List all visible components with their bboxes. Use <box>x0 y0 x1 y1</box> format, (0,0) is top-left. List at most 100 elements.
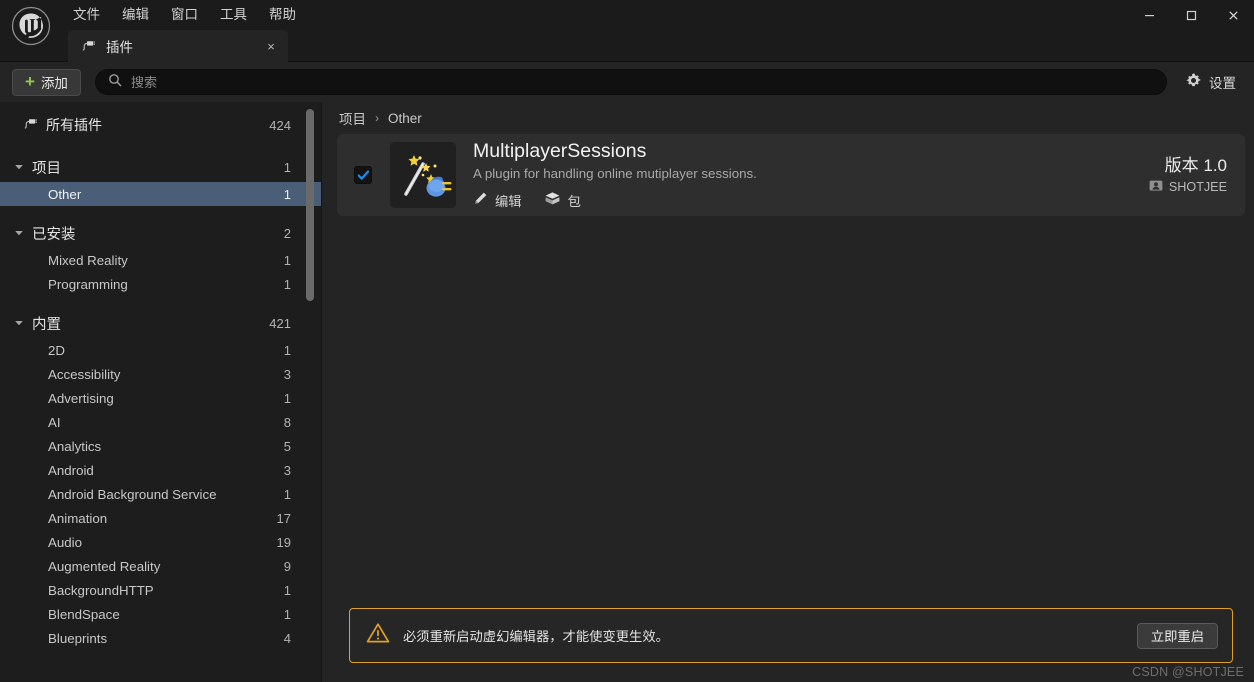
menu-item-file[interactable]: 文件 <box>62 3 111 27</box>
close-button[interactable] <box>1212 0 1254 30</box>
minimize-icon <box>1144 14 1154 16</box>
sidebar-item-mixed-reality[interactable]: Mixed Reality 1 <box>0 248 321 272</box>
plugin-icon <box>80 38 96 54</box>
chevron-down-icon[interactable] <box>12 318 26 328</box>
sidebar-group-builtin-count: 421 <box>269 315 291 331</box>
list-item-count: 4 <box>283 630 291 646</box>
list-item-count: 5 <box>283 438 291 454</box>
sidebar-item-blendspace[interactable]: BlendSpace 1 <box>0 602 321 626</box>
restart-now-label: 立即重启 <box>1150 629 1204 644</box>
sidebar-item-other[interactable]: Other 1 <box>0 182 321 206</box>
plugin-icon <box>22 116 38 135</box>
category-sidebar[interactable]: 所有插件 424 项目 1 Other 1 已安装 2 Mixed Realit… <box>0 102 322 682</box>
list-item-label: Augmented Reality <box>48 558 161 574</box>
edit-plugin-button[interactable]: 编辑 <box>473 191 522 210</box>
menu-item-edit[interactable]: 编辑 <box>111 3 160 27</box>
unreal-logo-icon <box>11 6 51 46</box>
sidebar-item-animation[interactable]: Animation 17 <box>0 506 321 530</box>
sidebar-item-other-count: 1 <box>283 186 291 202</box>
sidebar-item-advertising[interactable]: Advertising 1 <box>0 386 321 410</box>
add-button[interactable]: + 添加 <box>12 68 81 96</box>
sidebar-item-analytics[interactable]: Analytics 5 <box>0 434 321 458</box>
menu-item-window[interactable]: 窗口 <box>160 3 209 27</box>
search-icon <box>108 73 122 92</box>
plugin-meta: 版本 1.0 SHOTJEE <box>1149 156 1227 195</box>
list-item-label: Android <box>48 462 94 478</box>
package-icon <box>544 190 561 210</box>
restart-warning-bar: 必须重新启动虚幻编辑器，才能使变更生效。 立即重启 <box>349 608 1233 663</box>
edit-plugin-label: 编辑 <box>495 193 522 209</box>
plugin-card-multiplayersessions[interactable]: MultiplayerSessions A plugin for handlin… <box>337 134 1245 216</box>
warning-message: 必须重新启动虚幻编辑器，才能使变更生效。 <box>403 629 669 644</box>
search-input[interactable] <box>130 74 1154 90</box>
list-item-label: Mixed Reality <box>48 252 128 268</box>
menu-bar: 文件 编辑 窗口 工具 帮助 <box>62 0 307 30</box>
list-item-label: Android Background Service <box>48 486 217 502</box>
list-item-label: Advertising <box>48 390 114 406</box>
sidebar-item-augmented-reality[interactable]: Augmented Reality 9 <box>0 554 321 578</box>
watermark: CSDN @SHOTJEE <box>1132 665 1244 679</box>
sidebar-group-installed-count: 2 <box>283 225 291 241</box>
sidebar-group-project[interactable]: 项目 1 <box>0 152 321 182</box>
search-box[interactable] <box>94 69 1167 95</box>
list-item-label: Programming <box>48 276 128 292</box>
body-area: 所有插件 424 项目 1 Other 1 已安装 2 Mixed Realit… <box>0 102 1254 682</box>
sidebar-item-all-plugins[interactable]: 所有插件 424 <box>0 110 321 140</box>
plugin-name: MultiplayerSessions <box>473 140 647 162</box>
breadcrumb-current[interactable]: Other <box>388 111 422 126</box>
list-item-count: 1 <box>283 486 291 502</box>
unreal-engine-logo[interactable] <box>11 6 51 46</box>
plus-icon: + <box>25 72 35 91</box>
pencil-icon <box>473 191 488 209</box>
plugin-enabled-checkbox[interactable] <box>354 166 372 184</box>
sidebar-group-project-count: 1 <box>283 159 291 175</box>
restart-now-button[interactable]: 立即重启 <box>1136 622 1218 649</box>
sidebar-item-blueprints[interactable]: Blueprints 4 <box>0 626 321 650</box>
close-icon <box>1228 10 1238 20</box>
list-item-count: 8 <box>283 414 291 430</box>
sidebar-item-android-background-service[interactable]: Android Background Service 1 <box>0 482 321 506</box>
sidebar-item-2d[interactable]: 2D 1 <box>0 338 321 362</box>
list-item-label: Analytics <box>48 438 102 454</box>
sidebar-item-android[interactable]: Android 3 <box>0 458 321 482</box>
add-button-label: 添加 <box>40 76 68 91</box>
sidebar-item-programming[interactable]: Programming 1 <box>0 272 321 296</box>
list-item-count: 17 <box>276 510 291 526</box>
tab-close-icon[interactable]: × <box>262 37 280 55</box>
plugin-author[interactable]: SHOTJEE <box>1149 179 1227 195</box>
plugin-thumbnail <box>390 142 456 208</box>
sidebar-item-ai[interactable]: AI 8 <box>0 410 321 434</box>
sidebar-item-accessibility[interactable]: Accessibility 3 <box>0 362 321 386</box>
list-item-count: 3 <box>283 462 291 478</box>
package-plugin-button[interactable]: 包 <box>544 190 581 210</box>
plugin-author-label: SHOTJEE <box>1168 179 1227 194</box>
chevron-down-icon[interactable] <box>12 162 26 172</box>
plugin-actions: 编辑 包 <box>473 190 1149 210</box>
maximize-button[interactable] <box>1170 0 1212 30</box>
sidebar-scrollbar[interactable] <box>306 109 314 301</box>
menu-item-help[interactable]: 帮助 <box>258 3 307 27</box>
breadcrumb-root[interactable]: 项目 <box>339 108 366 128</box>
sidebar-item-backgroundhttp[interactable]: BackgroundHTTP 1 <box>0 578 321 602</box>
list-item-label: Audio <box>48 534 83 550</box>
plugin-info: MultiplayerSessions A plugin for handlin… <box>473 140 1149 210</box>
sidebar-group-builtin[interactable]: 内置 421 <box>0 308 321 338</box>
sidebar-item-audio[interactable]: Audio 19 <box>0 530 321 554</box>
list-item-count: 1 <box>283 606 291 622</box>
package-plugin-label: 包 <box>567 193 581 209</box>
chevron-down-icon[interactable] <box>12 228 26 238</box>
minimize-button[interactable] <box>1128 0 1170 30</box>
list-item-count: 1 <box>283 276 291 292</box>
sidebar-group-installed[interactable]: 已安装 2 <box>0 218 321 248</box>
contact-icon <box>1149 179 1163 195</box>
settings-label: 设置 <box>1209 76 1236 91</box>
menu-item-tools[interactable]: 工具 <box>209 3 258 27</box>
plugins-window: 文件 编辑 窗口 工具 帮助 插件 × + 添加 搜索 设置 所有插件 424 … <box>0 0 1254 682</box>
sidebar-all-plugins-label: 所有插件 <box>46 117 102 133</box>
sidebar-all-plugins-count: 424 <box>269 117 291 133</box>
list-item-count: 19 <box>276 534 291 550</box>
settings-button[interactable]: 设置 <box>1179 68 1242 96</box>
list-item-label: Accessibility <box>48 366 121 382</box>
tab-plugins[interactable]: 插件 × <box>68 30 288 62</box>
sidebar-group-builtin-label: 内置 <box>32 316 61 333</box>
